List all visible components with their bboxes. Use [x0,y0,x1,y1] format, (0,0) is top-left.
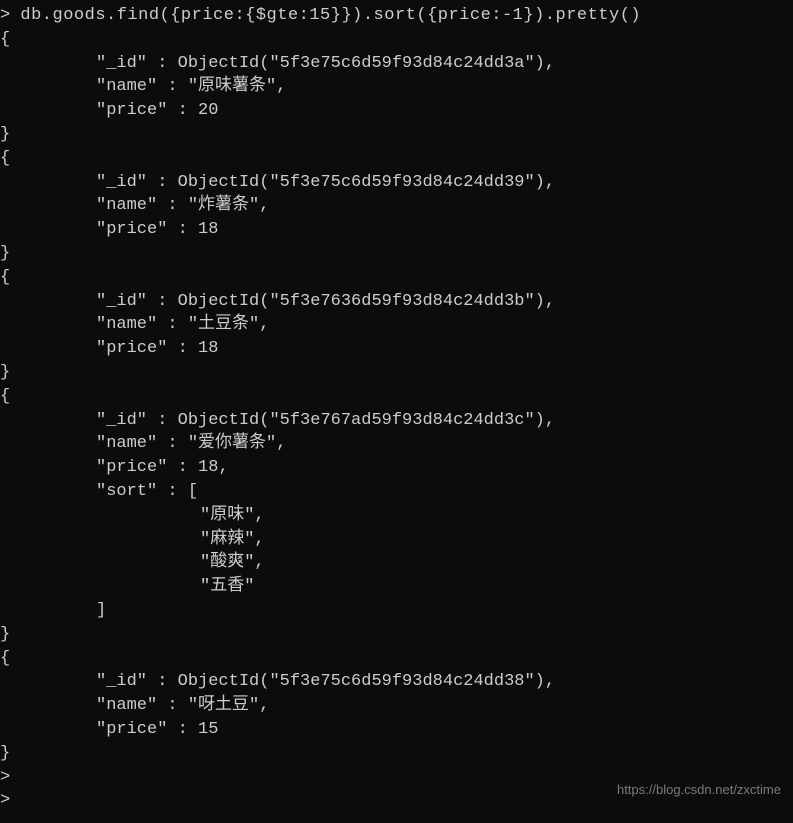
field-price: "price" : 18 [0,218,793,242]
doc-open-brace: { [0,266,793,290]
terminal-output: > db.goods.find({price:{$gte:15}}).sort(… [0,4,793,813]
results-container: {"_id" : ObjectId("5f3e75c6d59f93d84c24d… [0,28,793,766]
doc-open-brace: { [0,147,793,171]
field-sort-close: ] [0,599,793,623]
doc-open-brace: { [0,647,793,671]
field-name: "name" : "爱你薯条", [0,432,793,456]
field-sort-open: "sort" : [ [0,480,793,504]
sort-item: "五香" [0,575,793,599]
prompt-char: > [0,6,10,25]
doc-close-brace: } [0,742,793,766]
field-name: "name" : "炸薯条", [0,194,793,218]
field-id: "_id" : ObjectId("5f3e75c6d59f93d84c24dd… [0,52,793,76]
field-id: "_id" : ObjectId("5f3e75c6d59f93d84c24dd… [0,670,793,694]
field-price: "price" : 20 [0,99,793,123]
field-name: "name" : "呀土豆", [0,694,793,718]
doc-close-brace: } [0,242,793,266]
field-name: "name" : "土豆条", [0,313,793,337]
sort-item: "酸爽", [0,551,793,575]
field-id: "_id" : ObjectId("5f3e75c6d59f93d84c24dd… [0,171,793,195]
field-name: "name" : "原味薯条", [0,75,793,99]
sort-item: "原味", [0,504,793,528]
command-line[interactable]: > db.goods.find({price:{$gte:15}}).sort(… [0,4,793,28]
doc-close-brace: } [0,623,793,647]
field-price: "price" : 18 [0,337,793,361]
doc-close-brace: } [0,361,793,385]
field-price: "price" : 18, [0,456,793,480]
sort-item: "麻辣", [0,528,793,552]
doc-close-brace: } [0,123,793,147]
doc-open-brace: { [0,28,793,52]
watermark-text: https://blog.csdn.net/zxctime [617,781,781,799]
field-price: "price" : 15 [0,718,793,742]
field-id: "_id" : ObjectId("5f3e7636d59f93d84c24dd… [0,290,793,314]
field-id: "_id" : ObjectId("5f3e767ad59f93d84c24dd… [0,409,793,433]
doc-open-brace: { [0,385,793,409]
command-text: db.goods.find({price:{$gte:15}}).sort({p… [20,6,641,25]
